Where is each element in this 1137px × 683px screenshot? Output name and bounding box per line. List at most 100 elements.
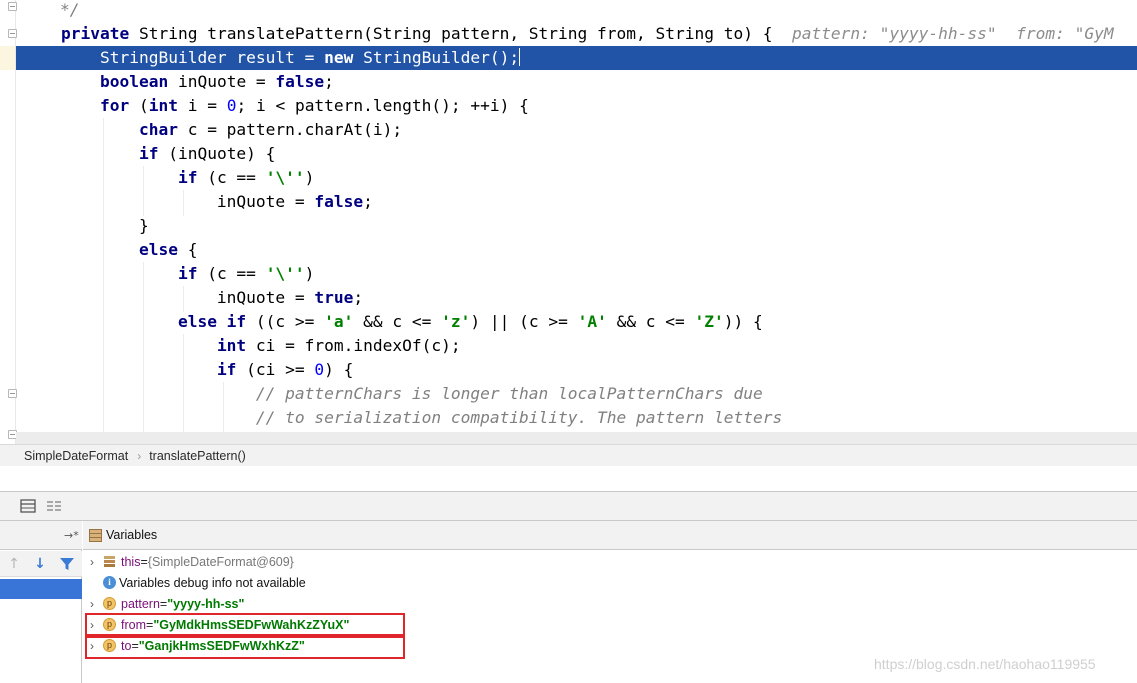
code-line-current[interactable]: StringBuilder result = new StringBuilder… (61, 46, 521, 70)
frame-down-icon[interactable]: ↓ (32, 556, 48, 572)
variables-header: Variables (83, 521, 1137, 550)
code-token: false (275, 72, 325, 91)
info-icon: i (103, 576, 116, 589)
code-token: char (138, 120, 178, 139)
code-token: 'z' (441, 312, 471, 331)
watermark: https://blog.csdn.net/haohao119955 (874, 656, 1096, 672)
code-line[interactable]: for (int i = 0; i < pattern.length(); ++… (61, 94, 529, 118)
code-text-area[interactable]: */ private String translatePattern(String… (0, 0, 1137, 444)
code-token: if (216, 360, 237, 379)
code-line[interactable]: if (ci >= 0) { (61, 358, 353, 382)
code-token: inQuote = (61, 192, 315, 211)
code-token: else if (177, 312, 247, 331)
code-line[interactable]: */ (21, 0, 80, 22)
code-token: (c == (197, 264, 266, 283)
horizontal-scrollbar[interactable] (16, 432, 1137, 444)
debug-toolbar (0, 492, 1137, 521)
variable-name: pattern (121, 596, 160, 611)
code-token: 'a' (324, 312, 354, 331)
breadcrumb-method[interactable]: translatePattern() (149, 449, 246, 463)
code-token: else (138, 240, 178, 259)
selected-frame-row[interactable] (0, 579, 82, 599)
code-token: if (138, 144, 159, 163)
code-editor[interactable]: */ private String translatePattern(String… (0, 0, 1137, 444)
variable-info-row: i Variables debug info not available (83, 572, 1137, 593)
code-token: (c == (197, 168, 266, 187)
code-token: String translatePattern(String pattern, … (129, 24, 792, 43)
text-caret (519, 48, 521, 66)
tool-window-spacer (0, 466, 1137, 492)
code-token: ; (324, 72, 334, 91)
table-view-icon[interactable] (20, 499, 36, 513)
code-line[interactable]: } (61, 214, 149, 238)
code-line[interactable]: int ci = from.indexOf(c); (61, 334, 461, 358)
code-line[interactable]: if (c == '\'') (61, 262, 314, 286)
code-token: false (314, 192, 364, 211)
code-token: && c <= (606, 312, 695, 331)
code-token: // patternChars is longer than localPatt… (255, 384, 763, 403)
annotation-box-to (85, 636, 405, 659)
code-token: ci = from.indexOf(c); (246, 336, 461, 355)
code-token: c = pattern.charAt(i); (177, 120, 403, 139)
code-line[interactable]: inQuote = true; (61, 286, 363, 310)
frames-header: →* (0, 521, 82, 550)
code-token: for (99, 96, 130, 115)
code-line[interactable]: // patternChars is longer than localPatt… (61, 382, 763, 406)
code-token: StringBuilder(); (353, 48, 520, 67)
variables-icon (89, 528, 102, 542)
code-token: int (148, 96, 178, 115)
code-line[interactable]: else if ((c >= 'a' && c <= 'z') || (c >=… (61, 310, 763, 334)
code-line[interactable]: if (inQuote) { (61, 142, 275, 166)
annotation-box-from (85, 613, 405, 636)
code-token: ) { (324, 360, 354, 379)
code-token: ) (304, 168, 315, 187)
code-line[interactable]: boolean inQuote = false; (61, 70, 334, 94)
code-line[interactable]: inQuote = false; (61, 190, 373, 214)
code-token: )) { (723, 312, 763, 331)
variable-equals: = (159, 596, 168, 611)
code-token: */ (21, 0, 80, 19)
code-line[interactable]: char c = pattern.charAt(i); (61, 118, 402, 142)
code-token: ((c >= (246, 312, 325, 331)
code-line[interactable]: else { (61, 238, 197, 262)
restore-layout-icon[interactable]: →* (64, 529, 79, 542)
variables-title: Variables (106, 528, 158, 542)
code-line[interactable]: // to serialization compatibility. The p… (61, 406, 782, 430)
variable-row-pattern[interactable]: › p pattern = "yyyy-hh-ss" (83, 593, 1137, 614)
code-token: ; i < pattern.length(); ++i) { (236, 96, 529, 115)
code-line[interactable]: private String translatePattern(String p… (61, 22, 1114, 46)
debug-info-message: Variables debug info not available (119, 575, 306, 590)
filter-icon[interactable] (59, 556, 75, 572)
expand-arrow-icon[interactable]: › (87, 555, 97, 569)
code-token: ) || (c >= (470, 312, 578, 331)
code-line[interactable]: if (c == '\'') (61, 166, 314, 190)
breadcrumb-class[interactable]: SimpleDateFormat (24, 449, 128, 463)
frame-up-icon[interactable]: ↑ (6, 556, 22, 572)
code-token: ( (129, 96, 149, 115)
expand-arrow-icon[interactable]: › (87, 597, 97, 611)
code-token: // to serialization compatibility. The p… (255, 408, 783, 427)
code-token: '\'' (265, 168, 305, 187)
parameter-icon: p (103, 597, 116, 610)
inline-debug-hint: pattern: "yyyy-hh-ss" from: "GyM (791, 24, 1114, 43)
code-token: 0 (226, 96, 237, 115)
code-token: i = (177, 96, 227, 115)
code-token: true (314, 288, 354, 307)
code-token: if (177, 168, 198, 187)
variable-row-this[interactable]: › this = {SimpleDateFormat@609} (83, 551, 1137, 572)
code-token: boolean (99, 72, 169, 91)
code-token: ; (353, 288, 364, 307)
code-token: if (177, 264, 198, 283)
code-token: } (61, 216, 149, 235)
code-token: ; (363, 192, 373, 211)
step-list-icon[interactable] (46, 499, 62, 513)
code-token: && c <= (353, 312, 442, 331)
